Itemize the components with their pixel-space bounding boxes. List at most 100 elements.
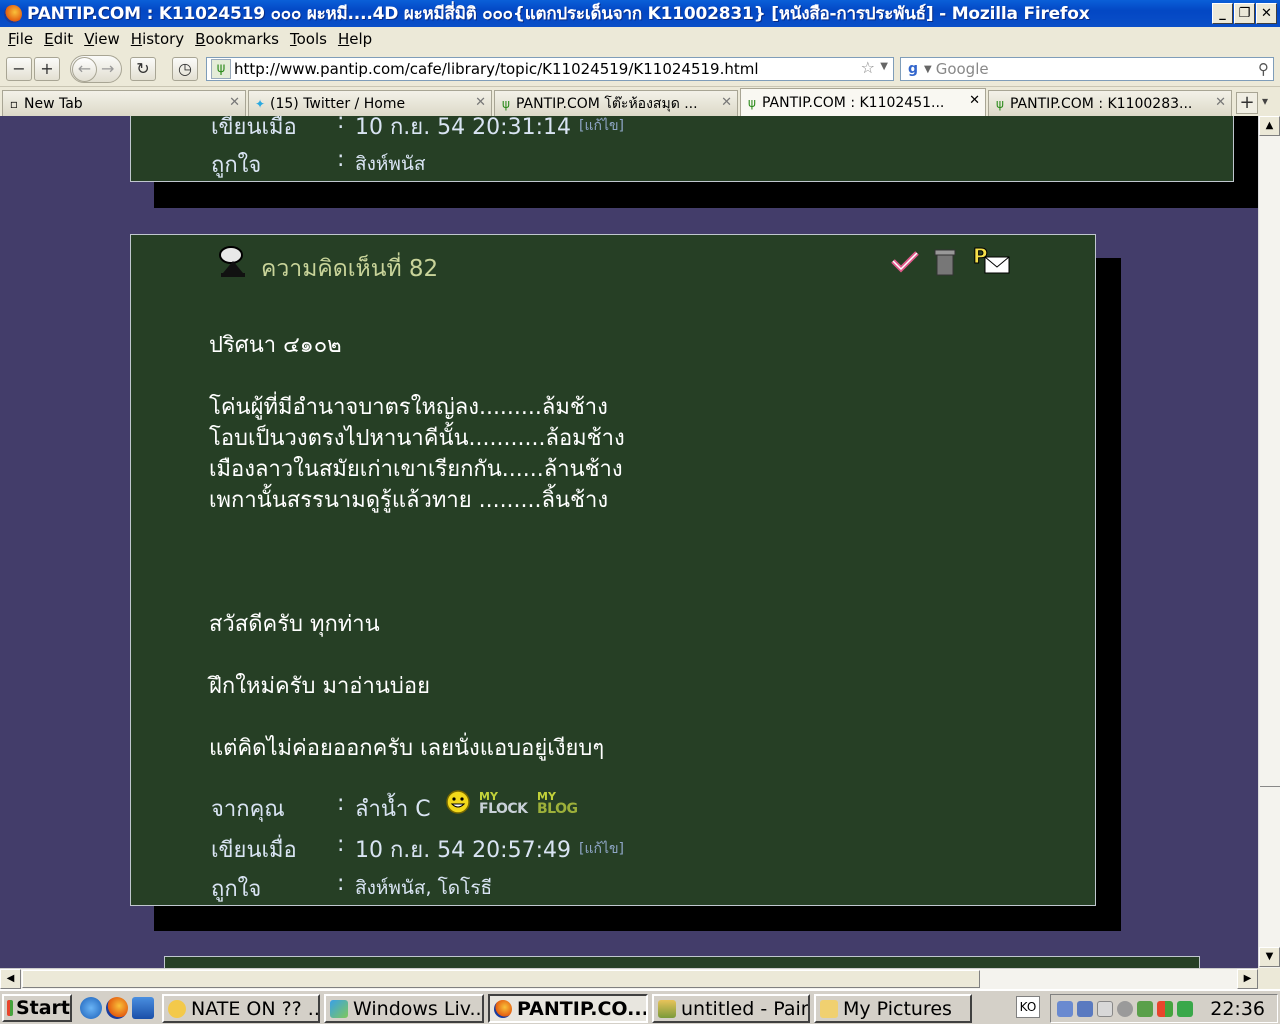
zoom-in-button[interactable]: + — [34, 57, 60, 81]
network-icon[interactable] — [1057, 1001, 1073, 1017]
task-my-pictures[interactable]: My Pictures — [814, 994, 972, 1023]
menu-view[interactable]: View — [84, 30, 120, 48]
gear-icon[interactable] — [1117, 1001, 1133, 1017]
comment-body-line: ฝึกใหม่ครับ มาอ่านบ่อย — [209, 674, 430, 699]
menu-help[interactable]: Help — [338, 30, 372, 48]
comment-body-line: โค่นผู้ที่มีอำนาจบาตรใหญ่ลง.........ล้มช… — [209, 395, 608, 420]
task-paint[interactable]: untitled - Paint — [652, 994, 810, 1023]
bookmark-star-icon[interactable]: ☆ — [861, 58, 875, 77]
tab-close-icon[interactable]: ✕ — [721, 95, 732, 110]
written-value: 10 ก.ย. 54 20:31:14 [แก้ไข] — [355, 116, 625, 140]
nateon-icon — [168, 999, 186, 1018]
url-bar[interactable]: ψ http://www.pantip.com/cafe/library/top… — [206, 57, 894, 81]
back-forward-group: ← → — [70, 55, 122, 83]
menu-tools[interactable]: Tools — [290, 30, 327, 48]
from-value: ลำน้ำ C — [355, 791, 431, 826]
tab-new-tab[interactable]: ▫ New Tab ✕ — [2, 90, 246, 116]
language-indicator[interactable]: KO — [1016, 996, 1040, 1018]
history-clock-icon[interactable]: ◷ — [172, 57, 198, 81]
from-label: จากคุณ — [211, 797, 285, 822]
task-nateon[interactable]: NATE ON ?? ... — [162, 994, 320, 1023]
show-desktop-icon[interactable] — [132, 997, 154, 1019]
search-bar[interactable]: g ▼ Google ⚲ — [900, 57, 1274, 81]
update-icon[interactable] — [1137, 1001, 1153, 1017]
tab-close-icon[interactable]: ✕ — [1215, 95, 1226, 110]
menu-edit[interactable]: Edit — [44, 30, 73, 48]
url-text[interactable]: http://www.pantip.com/cafe/library/topic… — [234, 60, 759, 78]
shield-icon[interactable] — [1097, 1001, 1113, 1017]
taskbar: Start NATE ON ?? ... Windows Liv... PANT… — [0, 989, 1280, 1024]
menu-file[interactable]: File — [8, 30, 33, 48]
close-button[interactable]: ✕ — [1256, 3, 1277, 24]
tab-close-icon[interactable]: ✕ — [969, 93, 980, 108]
window-title-bar[interactable]: PANTIP.COM : K11024519 ๐๐๐ ผะหมี....4D ผ… — [0, 0, 1280, 27]
written-label: เขียนเมื่อ — [211, 116, 297, 140]
google-icon[interactable]: g — [904, 60, 922, 78]
tab-bar: ▫ New Tab ✕ ✦ (15) Twitter / Home ✕ ψ PA… — [0, 88, 1280, 116]
back-arrow-icon[interactable]: ← — [72, 57, 97, 82]
url-dropdown-icon[interactable]: ▼ — [880, 61, 888, 72]
minimize-button[interactable]: _ — [1212, 3, 1233, 24]
author-link[interactable]: ลำน้ำ C — [355, 797, 431, 822]
firefox-icon — [494, 999, 512, 1018]
system-tray: 22:36 — [1050, 994, 1278, 1023]
new-tab-button[interactable]: + — [1236, 92, 1258, 114]
scrollbar-corner — [1258, 968, 1280, 989]
menu-history[interactable]: History — [131, 30, 184, 48]
tab-list-icon[interactable]: ▾ — [1262, 94, 1268, 108]
smiley-icon — [446, 790, 470, 814]
cactus-icon: ψ — [996, 96, 1004, 111]
comment-card: ความคิดเห็นที่ 82 P ปริศนา ๔๑๐๒ โค่นผู้ท… — [130, 234, 1096, 906]
search-engine-dropdown-icon[interactable]: ▼ — [924, 64, 932, 75]
windows-flag-icon[interactable] — [1157, 1001, 1173, 1017]
like-check-icon[interactable] — [889, 245, 921, 277]
internet-explorer-icon[interactable] — [80, 997, 102, 1019]
trash-icon[interactable] — [929, 245, 961, 277]
monitor-icon[interactable] — [1077, 1001, 1093, 1017]
page-content[interactable]: เขียนเมื่อ : 10 ก.ย. 54 20:31:14 [แก้ไข] … — [0, 116, 1258, 968]
vertical-scrollbar[interactable]: ▲ ▼ — [1258, 116, 1280, 968]
tab-pantip-k11002831[interactable]: ψ PANTIP.COM : K1100283... ✕ — [988, 90, 1232, 116]
clock: 22:36 — [1210, 998, 1265, 1020]
reload-icon[interactable]: ↻ — [130, 57, 156, 81]
windows-live-icon — [330, 999, 348, 1018]
written-label: เขียนเมื่อ — [211, 838, 297, 863]
task-windows-live[interactable]: Windows Liv... — [324, 994, 484, 1023]
tab-twitter[interactable]: ✦ (15) Twitter / Home ✕ — [248, 90, 492, 116]
forward-arrow-icon[interactable]: → — [101, 59, 114, 78]
tab-pantip-library[interactable]: ψ PANTIP.COM โต๊ะห้องสมุด ... ✕ — [494, 90, 738, 116]
comment-body-line: ปริศนา ๔๑๐๒ — [209, 333, 342, 358]
page-icon: ▫ — [9, 96, 19, 111]
task-firefox-pantip[interactable]: PANTIP.CO... — [488, 994, 648, 1023]
cactus-icon: ψ — [748, 95, 756, 110]
firefox-icon — [4, 4, 22, 23]
scroll-right-arrow-icon[interactable]: ▶ — [1237, 969, 1258, 989]
scroll-thumb[interactable] — [22, 970, 980, 988]
horizontal-scrollbar[interactable]: ◀ ▶ — [0, 968, 1258, 989]
scroll-left-arrow-icon[interactable]: ◀ — [0, 969, 21, 989]
menu-bookmarks[interactable]: Bookmarks — [195, 30, 279, 48]
tab-close-icon[interactable]: ✕ — [229, 95, 240, 110]
tab-pantip-k11024519[interactable]: ψ PANTIP.COM : K1102451... ✕ — [740, 88, 986, 116]
comment-body-line: เพกานั้นสรรนามดูรู้แล้วทาย .........ลิ้น… — [209, 488, 609, 513]
search-icon[interactable]: ⚲ — [1258, 60, 1269, 78]
tab-close-icon[interactable]: ✕ — [475, 95, 486, 110]
previous-comment-card: เขียนเมื่อ : 10 ก.ย. 54 20:31:14 [แก้ไข] … — [130, 116, 1234, 182]
edit-link[interactable]: [แก้ไข] — [579, 118, 624, 134]
edit-link[interactable]: [แก้ไข] — [579, 841, 624, 857]
restore-button[interactable]: ❐ — [1234, 3, 1255, 24]
paint-icon — [658, 999, 676, 1018]
scroll-down-arrow-icon[interactable]: ▼ — [1259, 947, 1280, 967]
menu-bar: File Edit View History Bookmarks Tools H… — [0, 27, 1280, 51]
start-button[interactable]: Start — [2, 994, 72, 1022]
scroll-thumb[interactable] — [1260, 786, 1280, 798]
zoom-out-button[interactable]: − — [6, 57, 32, 81]
private-message-icon[interactable]: P — [971, 245, 1011, 277]
likes-label: ถูกใจ — [211, 153, 262, 178]
search-input[interactable]: Google — [936, 60, 989, 78]
myflock-link[interactable]: MY FLOCK — [479, 791, 528, 817]
battery-icon[interactable] — [1177, 1001, 1193, 1017]
myblog-link[interactable]: MY BLOG — [537, 791, 581, 817]
scroll-up-arrow-icon[interactable]: ▲ — [1259, 116, 1280, 136]
firefox-icon[interactable] — [106, 997, 128, 1019]
